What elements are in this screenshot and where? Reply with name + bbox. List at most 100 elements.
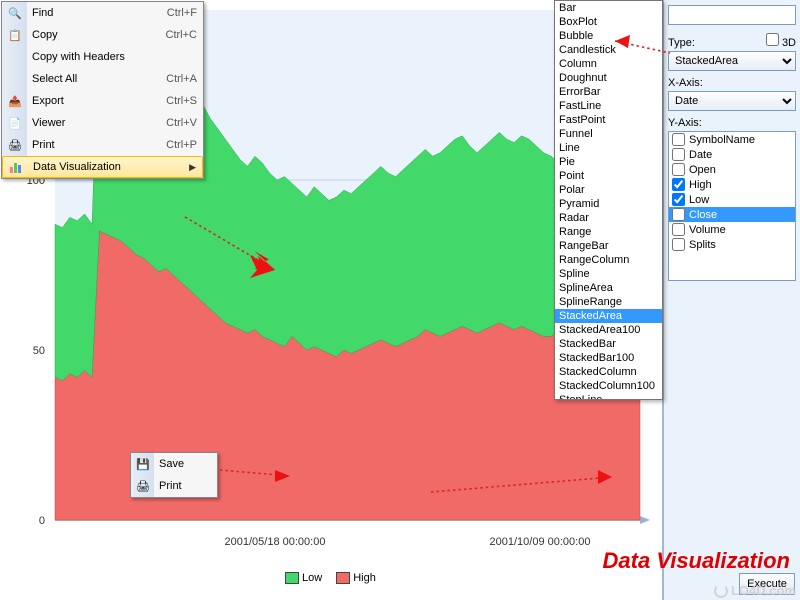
chart-type-rangebar[interactable]: RangeBar bbox=[555, 239, 662, 253]
xtick-2: 2001/10/09 00:00:00 bbox=[490, 536, 591, 548]
yaxis-label-text: Date bbox=[689, 149, 712, 161]
chart-type-stackedarea100[interactable]: StackedArea100 bbox=[555, 323, 662, 337]
chart-bars-icon bbox=[7, 159, 23, 175]
yaxis-checkbox-symbolname[interactable] bbox=[672, 133, 685, 146]
legend-low: Low bbox=[285, 572, 322, 584]
yaxis-label-text: Low bbox=[689, 194, 709, 206]
context-menu[interactable]: FindCtrl+FCopyCtrl+CCopy with HeadersSel… bbox=[1, 1, 204, 179]
3d-toggle[interactable]: 3D bbox=[766, 33, 796, 49]
type-select[interactable]: StackedArea bbox=[668, 51, 796, 71]
yaxis-checkbox-low[interactable] bbox=[672, 193, 685, 206]
yaxis-item-volume[interactable]: Volume bbox=[669, 222, 795, 237]
chart-type-polar[interactable]: Polar bbox=[555, 183, 662, 197]
chart-type-stackedcolumn[interactable]: StackedColumn bbox=[555, 365, 662, 379]
chart-type-doughnut[interactable]: Doughnut bbox=[555, 71, 662, 85]
yaxis-label-text: SymbolName bbox=[689, 134, 755, 146]
print-icon bbox=[7, 137, 23, 153]
chart-type-point[interactable]: Point bbox=[555, 169, 662, 183]
yaxis-item-close[interactable]: Close bbox=[669, 207, 795, 222]
chart-type-bubble[interactable]: Bubble bbox=[555, 29, 662, 43]
chart-menu-save[interactable]: Save bbox=[131, 453, 217, 475]
menu-shortcut: Ctrl+A bbox=[166, 73, 197, 85]
chart-type-funnel[interactable]: Funnel bbox=[555, 127, 662, 141]
yaxis-label-text: Close bbox=[689, 209, 717, 221]
xaxis-label: X-Axis: bbox=[668, 77, 796, 89]
yaxis-label: Y-Axis: bbox=[668, 117, 796, 129]
menu-export[interactable]: ExportCtrl+S bbox=[2, 90, 203, 112]
x-axis-arrow bbox=[640, 516, 650, 524]
yaxis-item-low[interactable]: Low bbox=[669, 192, 795, 207]
3d-label: 3D bbox=[782, 37, 796, 49]
chart-type-stackedbar100[interactable]: StackedBar100 bbox=[555, 351, 662, 365]
menu-viewer[interactable]: ViewerCtrl+V bbox=[2, 112, 203, 134]
blank-icon bbox=[7, 71, 23, 87]
legend-high: High bbox=[336, 572, 376, 584]
chart-type-radar[interactable]: Radar bbox=[555, 211, 662, 225]
yaxis-label-text: Volume bbox=[689, 224, 726, 236]
chart-type-candlestick[interactable]: Candlestick bbox=[555, 43, 662, 57]
yaxis-checkbox-volume[interactable] bbox=[672, 223, 685, 236]
blank-icon bbox=[7, 49, 23, 65]
menu-shortcut: Ctrl+C bbox=[166, 29, 197, 41]
copy-icon bbox=[7, 27, 23, 43]
yaxis-item-splits[interactable]: Splits bbox=[669, 237, 795, 252]
legend: Low High bbox=[285, 572, 376, 584]
yaxis-checkbox-high[interactable] bbox=[672, 178, 685, 191]
menu-shortcut: Ctrl+P bbox=[166, 139, 197, 151]
legend-high-label: High bbox=[353, 572, 376, 584]
yaxis-item-date[interactable]: Date bbox=[669, 147, 795, 162]
chart-type-rangecolumn[interactable]: RangeColumn bbox=[555, 253, 662, 267]
chart-type-fastline[interactable]: FastLine bbox=[555, 99, 662, 113]
menu-shortcut: Ctrl+S bbox=[166, 95, 197, 107]
ytick-50: 50 bbox=[33, 345, 45, 357]
chart-menu-label: Save bbox=[159, 458, 184, 470]
xaxis-select[interactable]: Date bbox=[668, 91, 796, 111]
menu-data-visualization[interactable]: Data Visualization▶ bbox=[2, 156, 203, 178]
chart-type-stackedbar[interactable]: StackedBar bbox=[555, 337, 662, 351]
chart-type-pyramid[interactable]: Pyramid bbox=[555, 197, 662, 211]
chart-type-stackedarea[interactable]: StackedArea bbox=[555, 309, 662, 323]
yaxis-label-text: High bbox=[689, 179, 712, 191]
yaxis-item-open[interactable]: Open bbox=[669, 162, 795, 177]
yaxis-item-high[interactable]: High bbox=[669, 177, 795, 192]
chart-type-pie[interactable]: Pie bbox=[555, 155, 662, 169]
chart-context-menu[interactable]: Save Print bbox=[130, 452, 218, 498]
binoculars-icon bbox=[7, 5, 23, 21]
yaxis-checkbox-splits[interactable] bbox=[672, 238, 685, 251]
chart-type-stepline[interactable]: StepLine bbox=[555, 393, 662, 400]
chart-type-dropdown[interactable]: BarBoxPlotBubbleCandlestickColumnDoughnu… bbox=[554, 0, 663, 400]
chart-type-spline[interactable]: Spline bbox=[555, 267, 662, 281]
chart-type-splinearea[interactable]: SplineArea bbox=[555, 281, 662, 295]
menu-find[interactable]: FindCtrl+F bbox=[2, 2, 203, 24]
yaxis-checklist[interactable]: SymbolName Date Open High Low Close VolumeSpli… bbox=[668, 131, 796, 281]
yaxis-label-text: Open bbox=[689, 164, 716, 176]
chart-type-column[interactable]: Column bbox=[555, 57, 662, 71]
chart-type-splinerange[interactable]: SplineRange bbox=[555, 295, 662, 309]
yaxis-checkbox-close[interactable] bbox=[672, 208, 685, 221]
chart-type-range[interactable]: Range bbox=[555, 225, 662, 239]
menu-copy-with-headers[interactable]: Copy with Headers bbox=[2, 46, 203, 68]
yaxis-checkbox-date[interactable] bbox=[672, 148, 685, 161]
chart-type-fastpoint[interactable]: FastPoint bbox=[555, 113, 662, 127]
menu-label: Viewer bbox=[32, 117, 166, 129]
chart-menu-label: Print bbox=[159, 480, 182, 492]
filter-input[interactable] bbox=[668, 5, 796, 25]
submenu-arrow-icon: ▶ bbox=[189, 162, 196, 173]
3d-checkbox[interactable] bbox=[766, 33, 779, 46]
chart-type-bar[interactable]: Bar bbox=[555, 1, 662, 15]
side-panel: Type: 3D StackedArea X-Axis: Date Y-Axis… bbox=[663, 0, 800, 600]
yaxis-item-symbolname[interactable]: SymbolName bbox=[669, 132, 795, 147]
chart-type-line[interactable]: Line bbox=[555, 141, 662, 155]
footer-brand: LO4D.com bbox=[714, 583, 796, 598]
menu-copy[interactable]: CopyCtrl+C bbox=[2, 24, 203, 46]
chart-type-errorbar[interactable]: ErrorBar bbox=[555, 85, 662, 99]
chart-type-stackedcolumn100[interactable]: StackedColumn100 bbox=[555, 379, 662, 393]
chart-menu-print[interactable]: Print bbox=[131, 475, 217, 497]
menu-label: Print bbox=[32, 139, 166, 151]
chart-type-boxplot[interactable]: BoxPlot bbox=[555, 15, 662, 29]
menu-select-all[interactable]: Select AllCtrl+A bbox=[2, 68, 203, 90]
print-icon bbox=[135, 478, 151, 494]
menu-print[interactable]: PrintCtrl+P bbox=[2, 134, 203, 156]
yaxis-checkbox-open[interactable] bbox=[672, 163, 685, 176]
export-icon bbox=[7, 93, 23, 109]
